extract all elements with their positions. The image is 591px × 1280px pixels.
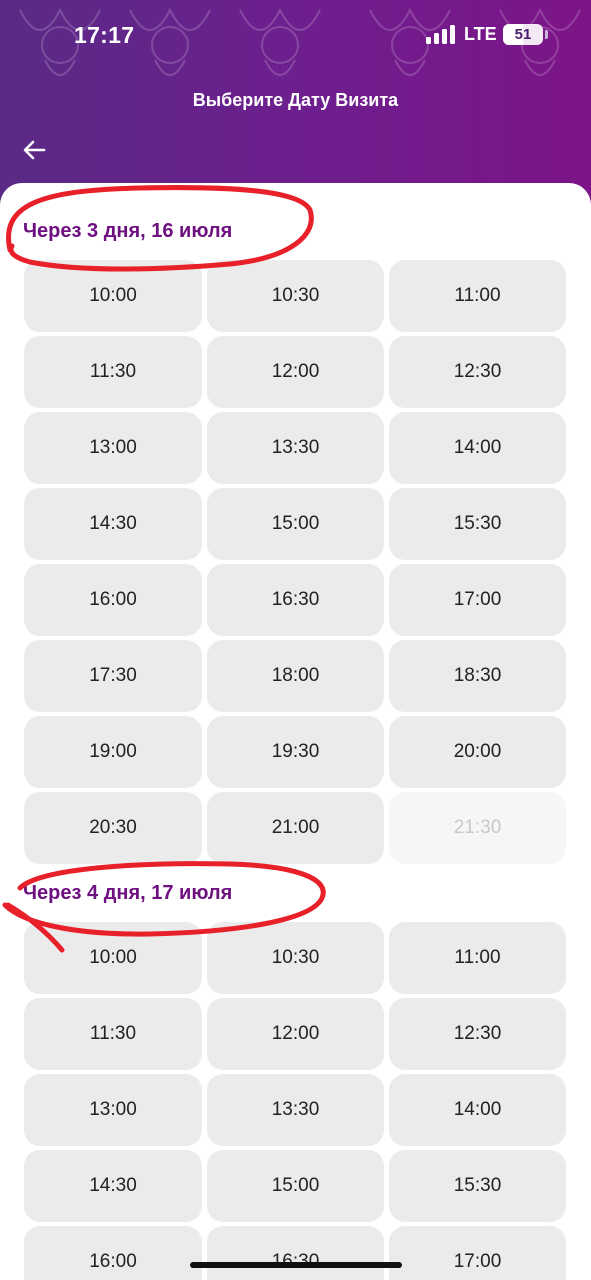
time-slot-button[interactable]: 14:30 xyxy=(24,488,202,560)
time-slot-button[interactable]: 12:00 xyxy=(207,998,384,1070)
time-slot-button[interactable]: 20:30 xyxy=(24,792,202,864)
time-slot-button[interactable]: 12:00 xyxy=(207,336,384,408)
arrow-left-icon[interactable] xyxy=(20,136,48,164)
time-slot-button[interactable]: 15:30 xyxy=(389,488,566,560)
time-slot-button[interactable]: 15:30 xyxy=(389,1150,566,1222)
time-slot-sheet[interactable]: Через 3 дня, 16 июля 10:00 10:30 11:00 11:3… xyxy=(0,183,591,1280)
time-slot-button[interactable]: 15:00 xyxy=(207,1150,384,1222)
time-slot-button[interactable]: 17:00 xyxy=(389,564,566,636)
time-slot-button[interactable]: 14:00 xyxy=(389,1074,566,1146)
time-slot-button[interactable]: 18:30 xyxy=(389,640,566,712)
time-slot-button[interactable]: 12:30 xyxy=(389,336,566,408)
time-slot-button[interactable]: 15:00 xyxy=(207,488,384,560)
time-slot-button[interactable]: 11:00 xyxy=(389,260,566,332)
time-slot-button[interactable]: 12:30 xyxy=(389,998,566,1070)
time-slot-button[interactable]: 16:00 xyxy=(24,1226,202,1280)
time-slot-button[interactable]: 16:30 xyxy=(207,1226,384,1280)
time-slot-button[interactable]: 10:30 xyxy=(207,922,384,994)
status-bar: 17:17 LTE 51 xyxy=(0,0,591,70)
time-slot-button[interactable]: 13:30 xyxy=(207,1074,384,1146)
time-slot-button[interactable]: 10:00 xyxy=(24,922,202,994)
time-slot-button[interactable]: 10:30 xyxy=(207,260,384,332)
battery-icon: 51 xyxy=(503,24,543,45)
day-title: Через 3 дня, 16 июля xyxy=(23,220,233,242)
time-slot-button[interactable]: 20:00 xyxy=(389,716,566,788)
time-slot-grid: 10:00 10:30 11:00 11:30 12:00 12:30 13:00 13:30… xyxy=(24,260,566,864)
time-slot-button[interactable]: 21:00 xyxy=(207,792,384,864)
time-slot-button[interactable]: 19:00 xyxy=(24,716,202,788)
day-title: Через 4 дня, 17 июля xyxy=(23,882,233,904)
time-slot-button[interactable]: 13:00 xyxy=(24,1074,202,1146)
time-slot-button[interactable]: 11:30 xyxy=(24,336,202,408)
home-indicator xyxy=(190,1262,402,1268)
time-slot-button[interactable]: 18:00 xyxy=(207,640,384,712)
time-slot-button[interactable]: 17:00 xyxy=(389,1226,566,1280)
battery-percent: 51 xyxy=(514,26,532,43)
time-slot-button[interactable]: 14:30 xyxy=(24,1150,202,1222)
time-slot-button[interactable]: 13:00 xyxy=(24,412,202,484)
cellular-signal-icon xyxy=(426,25,455,44)
time-slot-grid: 10:00 10:30 11:00 11:30 12:00 12:30 13:00 13:30… xyxy=(24,922,566,1280)
status-time: 17:17 xyxy=(74,22,135,48)
time-slot-button[interactable]: 14:00 xyxy=(389,412,566,484)
battery-nub xyxy=(545,30,548,39)
time-slot-button[interactable]: 10:00 xyxy=(24,260,202,332)
network-type: LTE xyxy=(464,24,497,44)
time-slot-button[interactable]: 17:30 xyxy=(24,640,202,712)
time-slot-button[interactable]: 13:30 xyxy=(207,412,384,484)
time-slot-button[interactable]: 16:30 xyxy=(207,564,384,636)
time-slot-button[interactable]: 19:30 xyxy=(207,716,384,788)
time-slot-button[interactable]: 16:00 xyxy=(24,564,202,636)
page-title: Выберите Дату Визита xyxy=(192,90,399,110)
time-slot-button: 21:30 xyxy=(389,792,566,864)
time-slot-button[interactable]: 11:00 xyxy=(389,922,566,994)
time-slot-button[interactable]: 11:30 xyxy=(24,998,202,1070)
